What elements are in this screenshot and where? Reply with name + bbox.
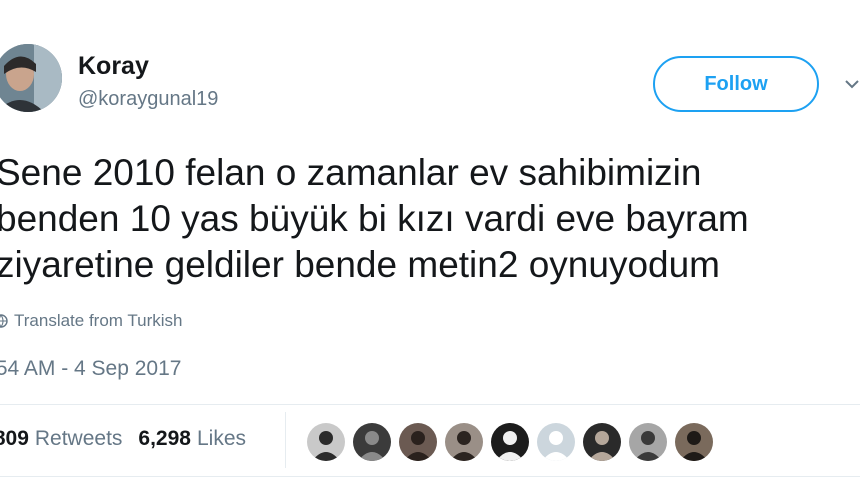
liker-avatar[interactable] bbox=[675, 423, 713, 461]
divider bbox=[0, 404, 860, 405]
retweets-label[interactable]: Retweets bbox=[35, 427, 123, 451]
liker-avatar[interactable] bbox=[629, 423, 667, 461]
timestamp[interactable]: :54 AM - 4 Sep 2017 bbox=[0, 357, 181, 381]
tweet-card: Koray @koraygunal19 Follow Sene 2010 fel… bbox=[0, 0, 860, 480]
display-name[interactable]: Koray bbox=[78, 52, 149, 81]
avatar[interactable] bbox=[0, 44, 62, 112]
tweet-stats: ,809 Retweets 6,298 Likes bbox=[0, 427, 246, 451]
tweet-text: Sene 2010 felan o zamanlar ev sahibimizi… bbox=[0, 150, 860, 288]
follow-button[interactable]: Follow bbox=[653, 56, 819, 112]
liker-avatar[interactable] bbox=[399, 423, 437, 461]
globe-icon bbox=[0, 314, 8, 328]
tweet-text-line: Sene 2010 felan o zamanlar ev sahibimizi… bbox=[0, 152, 702, 193]
divider bbox=[0, 476, 860, 477]
tweet-text-line: benden 10 yas büyük bi kızı vardi eve ba… bbox=[0, 198, 749, 239]
liker-avatar[interactable] bbox=[353, 423, 391, 461]
tweet-text-line: ziyaretine geldiler bende metin2 oynuyod… bbox=[0, 244, 720, 285]
user-handle[interactable]: @koraygunal19 bbox=[78, 88, 218, 111]
translate-link[interactable]: Translate from Turkish bbox=[0, 311, 182, 331]
stats-divider bbox=[285, 412, 286, 468]
liker-avatar[interactable] bbox=[537, 423, 575, 461]
likes-count[interactable]: 6,298 bbox=[138, 427, 191, 451]
liker-avatar[interactable] bbox=[307, 423, 345, 461]
retweets-count[interactable]: ,809 bbox=[0, 427, 29, 451]
liker-avatar[interactable] bbox=[583, 423, 621, 461]
chevron-down-icon[interactable] bbox=[844, 76, 860, 92]
likes-label[interactable]: Likes bbox=[197, 427, 246, 451]
liker-avatar[interactable] bbox=[491, 423, 529, 461]
translate-label: Translate from Turkish bbox=[14, 311, 183, 330]
liker-avatar[interactable] bbox=[445, 423, 483, 461]
